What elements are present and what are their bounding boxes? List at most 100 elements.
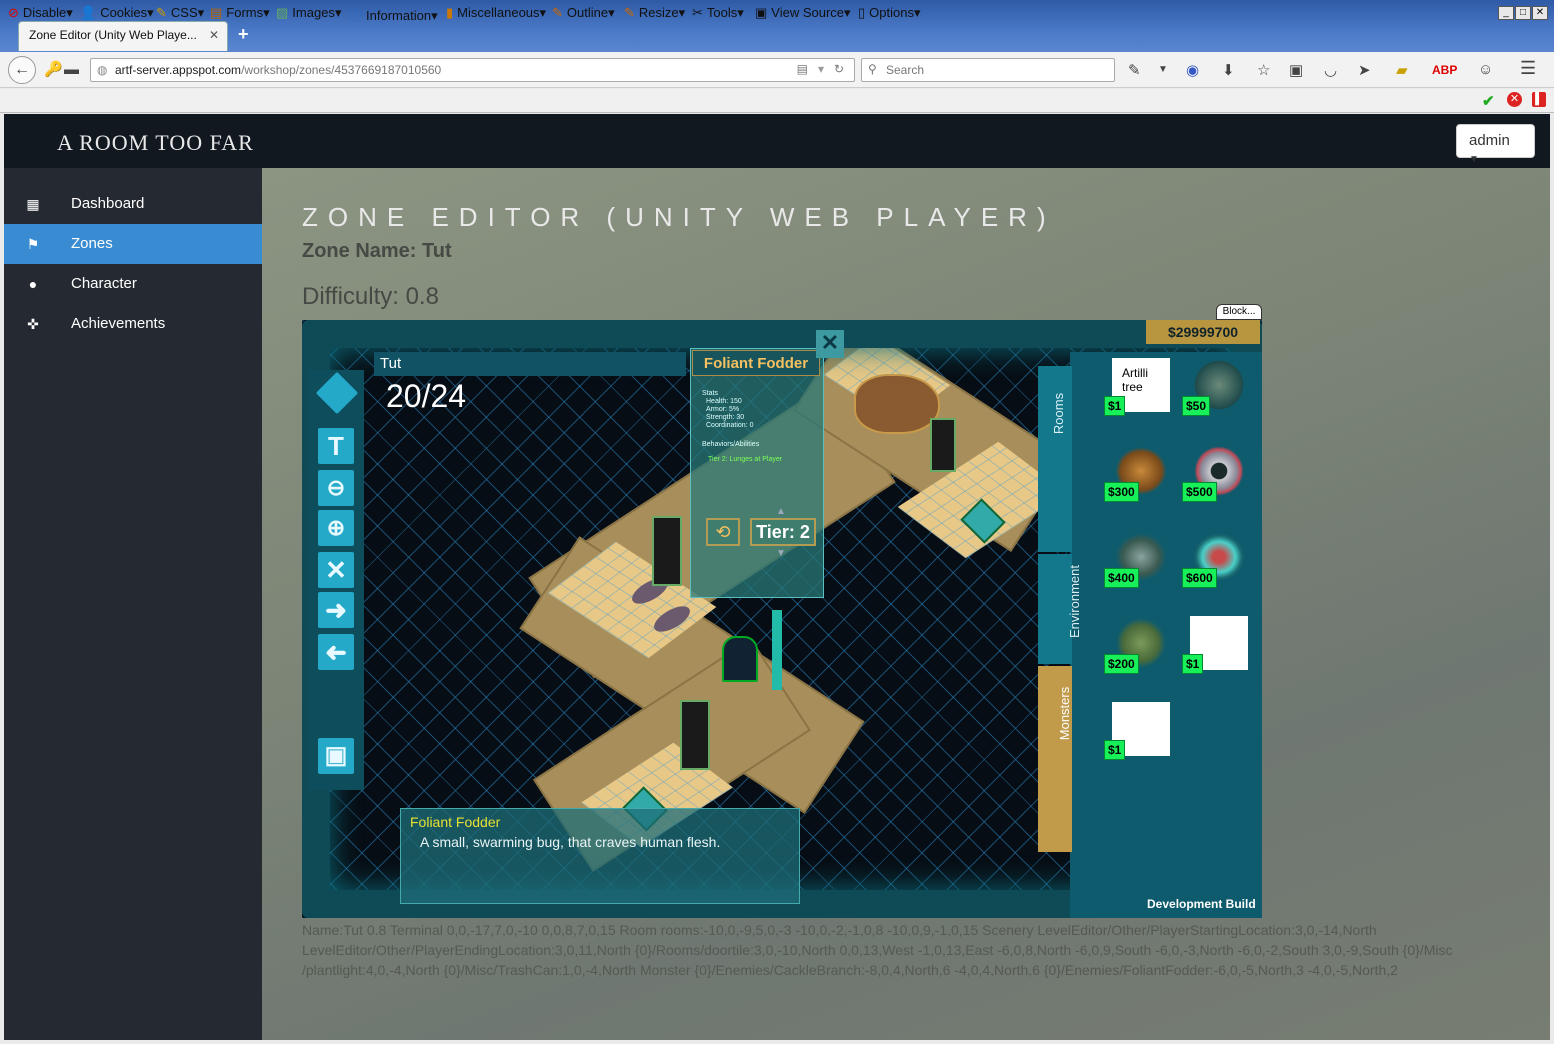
door-tile[interactable] [930,418,956,472]
flag-icon: ⚑ [26,236,40,252]
devbar-images[interactable]: ▨ Images▾ [276,5,341,21]
trash-can[interactable] [722,636,758,682]
images-icon: ▨ [276,5,289,20]
devbar-css[interactable]: ✎ CSS▾ [156,5,204,21]
cookies-icon: 👤 [80,5,97,20]
text-tool-icon[interactable]: T [318,428,354,464]
shop-item[interactable]: $500 [1182,444,1248,502]
sidebar-item-label: Dashboard [71,195,145,212]
tag-icon[interactable]: ▰ [1396,61,1408,79]
user-menu-button[interactable]: admin ▼ [1456,124,1535,165]
dropdown-icon[interactable]: ▾ [818,62,824,76]
key-icon[interactable]: 🔑 [44,60,63,78]
sidebar-item-dashboard[interactable]: ▦ Dashboard [4,184,262,224]
chevron-down-icon[interactable]: ▼ [1158,64,1168,75]
shop-item[interactable]: Artilli tree $1 [1104,358,1170,416]
reader-view-icon[interactable]: ▤ [797,62,808,76]
tab-monsters[interactable]: Monsters [1038,666,1072,852]
sidebar-item-character[interactable]: ● Character [4,264,262,304]
door-tile[interactable] [680,700,710,770]
shop-item[interactable]: $1 [1104,702,1170,760]
chat-icon[interactable]: ☺ [1478,61,1493,78]
devbar-view-source[interactable]: ▣ View Source▾ [755,5,851,21]
unity-game-viewport[interactable]: T ⊖ ⊕ ✕ ➜ ➜ ▣ Tut 20/24 Foliant Fodder S… [302,320,1262,918]
shop-item[interactable]: $1 [1182,616,1248,674]
reading-list-icon[interactable]: ▣ [1289,61,1303,79]
sidebar-item-label: Achievements [71,315,166,332]
devbar-miscellaneous[interactable]: ▮ Miscellaneous▾ [446,5,546,21]
tab-environment[interactable]: Environment [1038,554,1082,664]
monster-title: Foliant Fodder [692,350,820,376]
close-devbar-icon[interactable]: ▌ [1532,92,1546,107]
devbar-information[interactable]: ⓘ Information▾ [349,5,438,24]
send-icon[interactable]: ➤ [1358,61,1371,79]
devbar-tools[interactable]: ✂ Tools▾ [692,5,744,21]
bookmark-star-icon[interactable]: ☆ [1257,61,1270,79]
difficulty: Difficulty: 0.8 [302,283,439,310]
sidebar-item-achievements[interactable]: ✜ Achievements [4,304,262,344]
save-icon[interactable]: ▣ [318,738,354,774]
close-panel-icon[interactable]: ✕ [816,330,844,358]
tab-rooms[interactable]: Rooms [1038,366,1072,552]
arrow-left-icon[interactable]: ➜ [318,634,354,670]
maximize-button[interactable]: □ [1515,6,1531,20]
adblock-icon[interactable]: ABP [1432,63,1457,77]
devbar-disable[interactable]: ⊘ Disable▾ [8,5,73,21]
devbar-outline[interactable]: ✎ Outline▾ [552,5,615,21]
zoom-in-icon[interactable]: ⊕ [318,510,354,546]
browser-tab[interactable]: Zone Editor (Unity Web Playe... ✕ [18,21,228,51]
plant-light[interactable] [772,610,782,690]
options-icon: ▯ [858,5,866,20]
shop-item[interactable]: $600 [1182,530,1248,588]
outline-icon: ✎ [552,5,563,20]
devbar-resize[interactable]: ✎ Resize▾ [624,5,685,21]
url-path: /workshop/zones/4537669187010560 [241,63,442,77]
rotate-icon[interactable]: ⟲ [706,518,740,546]
sidebar-item-zones[interactable]: ⚑ Zones [4,224,262,264]
delete-x-icon[interactable]: ✕ [318,552,354,588]
arrow-right-icon[interactable]: ➜ [318,592,354,628]
tier-selector[interactable]: Tier: 2 [750,518,816,546]
stat-strength: Strength: 30 [706,414,745,421]
shop-item[interactable]: $300 [1104,444,1170,502]
search-input[interactable]: ⚲ Search [861,58,1115,82]
error-icon[interactable]: ✕ [1507,92,1522,107]
checkmark-icon[interactable]: ✔ [1482,92,1495,110]
menu-icon[interactable]: ☰ [1520,58,1536,79]
page-info-icon[interactable]: ▬ [64,61,79,78]
devbar-forms[interactable]: ▤ Forms▾ [210,5,270,21]
shop-item[interactable]: $400 [1104,530,1170,588]
download-icon[interactable]: ⬇ [1222,61,1235,79]
eyedropper-icon[interactable]: ✎ [1128,61,1141,79]
tab-close-icon[interactable]: ✕ [209,28,219,42]
shop-item[interactable]: $200 [1104,616,1170,674]
item-price: $1 [1104,396,1126,416]
door-tile[interactable] [652,516,682,586]
url-bar[interactable]: ◍ artf-server.appspot.com/workshop/zones… [90,58,855,82]
monster-detail-panel [690,348,824,598]
css-icon: ✎ [156,5,167,20]
cackle-branch-monster[interactable] [854,374,940,434]
tab-title: Zone Editor (Unity Web Playe... [29,28,197,42]
url-host: artf-server.appspot.com [115,63,242,77]
zoom-out-icon[interactable]: ⊖ [318,470,354,506]
block-plugin-button[interactable]: Block... [1216,304,1262,320]
user-menu-label: admin [1469,132,1510,149]
zone-map-data: Name:Tut 0.8 Terminal 0,0,-17,7,0,-10 0,… [302,922,1453,978]
view-source-icon: ▣ [755,5,768,20]
tier-down-icon[interactable]: ▼ [776,548,786,559]
close-window-button[interactable]: ✕ [1532,6,1548,20]
site-brand[interactable]: A ROOM TOO FAR [57,130,254,156]
shop-item[interactable]: $50 [1182,358,1248,416]
tier-up-icon[interactable]: ▲ [776,506,786,517]
new-tab-button[interactable]: + [238,24,249,45]
zone-label: Tut [374,352,686,376]
back-arrow-icon[interactable]: ← [8,56,36,84]
devbar-cookies[interactable]: 👤 Cookies▾ [80,5,154,21]
sidebar-item-label: Zones [71,235,113,252]
pocket-icon[interactable]: ◡ [1324,61,1337,79]
reload-icon[interactable]: ↻ [834,62,844,76]
minimize-button[interactable]: _ [1498,6,1514,20]
addon-icon[interactable]: ◉ [1186,61,1199,79]
devbar-options[interactable]: ▯ Options▾ [858,5,921,21]
